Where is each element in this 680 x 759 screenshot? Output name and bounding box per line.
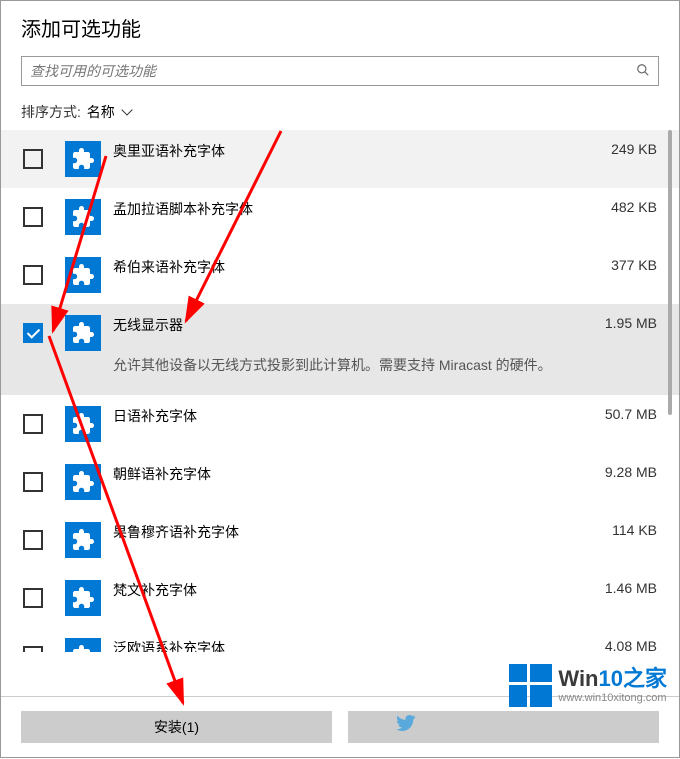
puzzle-icon xyxy=(65,464,101,500)
item-title: 朝鲜语补充字体 xyxy=(113,464,595,484)
item-size: 50.7 MB xyxy=(605,406,657,422)
item-title: 希伯来语补充字体 xyxy=(113,257,601,277)
item-size: 9.28 MB xyxy=(605,464,657,480)
watermark: Win10之家 www.win10xitong.com xyxy=(509,664,667,707)
search-icon[interactable] xyxy=(636,63,650,80)
list-item[interactable]: 无线显示器允许其他设备以无线方式投影到此计算机。需要支持 Miracast 的硬… xyxy=(1,304,679,395)
item-description: 允许其他设备以无线方式投影到此计算机。需要支持 Miracast 的硬件。 xyxy=(113,355,595,375)
list-item[interactable]: 梵文补充字体 1.46 MB xyxy=(1,569,679,627)
checkbox[interactable] xyxy=(23,646,43,652)
puzzle-icon xyxy=(65,580,101,616)
install-button[interactable]: 安装(1) xyxy=(21,711,332,743)
checkbox[interactable] xyxy=(23,588,43,608)
sort-value: 名称 xyxy=(87,104,115,120)
sort-label: 排序方式: xyxy=(21,104,81,120)
bird-icon xyxy=(396,715,416,731)
checkbox[interactable] xyxy=(23,530,43,550)
search-box[interactable] xyxy=(21,56,659,86)
item-title: 孟加拉语脚本补充字体 xyxy=(113,199,601,219)
item-title: 果鲁穆齐语补充字体 xyxy=(113,522,602,542)
list-item[interactable]: 日语补充字体 50.7 MB xyxy=(1,395,679,453)
item-size: 1.46 MB xyxy=(605,580,657,596)
item-size: 249 KB xyxy=(611,141,657,157)
watermark-accent: Win10 xyxy=(558,666,623,691)
page-title: 添加可选功能 xyxy=(1,1,679,56)
list-item[interactable]: 泛欧语系补充字体 4.08 MB xyxy=(1,627,679,652)
puzzle-icon xyxy=(65,199,101,235)
scrollbar[interactable] xyxy=(668,130,672,652)
item-size: 4.08 MB xyxy=(605,638,657,652)
checkbox[interactable] xyxy=(23,149,43,169)
item-title: 无线显示器 xyxy=(113,315,595,335)
puzzle-icon xyxy=(65,315,101,351)
item-title: 泛欧语系补充字体 xyxy=(113,638,595,652)
item-size: 114 KB xyxy=(612,522,657,538)
item-title: 奥里亚语补充字体 xyxy=(113,141,601,161)
search-input[interactable] xyxy=(30,63,636,79)
item-size: 377 KB xyxy=(611,257,657,273)
chevron-down-icon xyxy=(121,104,132,115)
puzzle-icon xyxy=(65,141,101,177)
checkbox[interactable] xyxy=(23,323,43,343)
list-item[interactable]: 孟加拉语脚本补充字体 482 KB xyxy=(1,188,679,246)
checkbox[interactable] xyxy=(23,472,43,492)
list-item[interactable]: 奥里亚语补充字体 249 KB xyxy=(1,130,679,188)
list-item[interactable]: 希伯来语补充字体 377 KB xyxy=(1,246,679,304)
puzzle-icon xyxy=(65,638,101,652)
sort-dropdown[interactable]: 排序方式: 名称 xyxy=(1,96,679,130)
feature-list: 奥里亚语补充字体 249 KB 孟加拉语脚本补充字体 482 KB 希伯来语补充字体 37… xyxy=(1,130,679,652)
puzzle-icon xyxy=(65,522,101,558)
item-title: 日语补充字体 xyxy=(113,406,595,426)
checkbox[interactable] xyxy=(23,207,43,227)
watermark-url: www.win10xitong.com xyxy=(558,692,667,704)
list-item[interactable]: 朝鲜语补充字体 9.28 MB xyxy=(1,453,679,511)
windows-logo-icon xyxy=(509,664,552,707)
checkbox[interactable] xyxy=(23,265,43,285)
cancel-button[interactable] xyxy=(348,711,659,743)
list-item[interactable]: 果鲁穆齐语补充字体 114 KB xyxy=(1,511,679,569)
item-size: 482 KB xyxy=(611,199,657,215)
item-title: 梵文补充字体 xyxy=(113,580,595,600)
puzzle-icon xyxy=(65,406,101,442)
scrollbar-thumb[interactable] xyxy=(668,130,672,415)
checkbox[interactable] xyxy=(23,414,43,434)
puzzle-icon xyxy=(65,257,101,293)
item-size: 1.95 MB xyxy=(605,315,657,331)
